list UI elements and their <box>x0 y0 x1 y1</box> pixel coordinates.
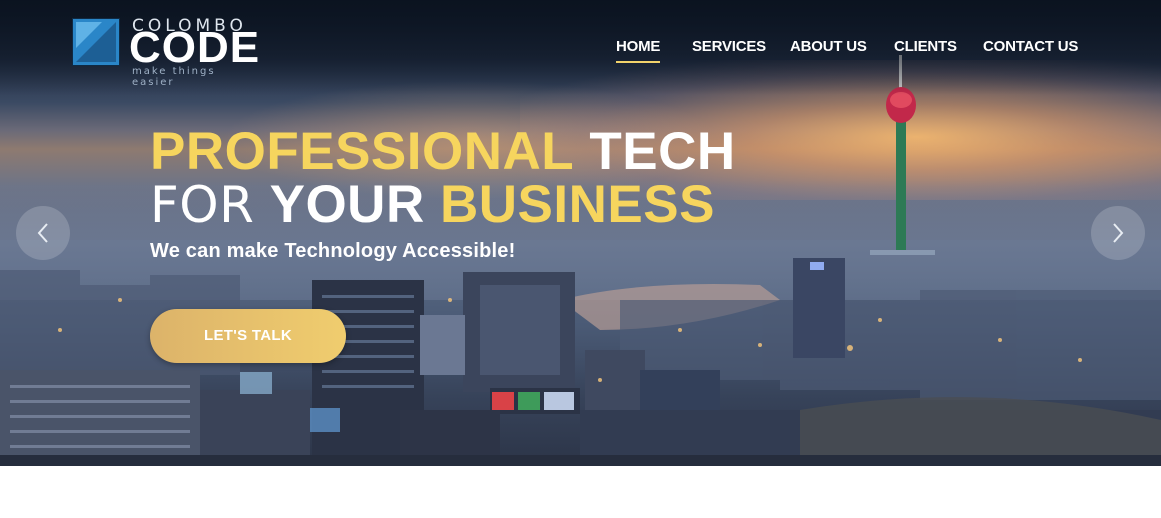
logo-tagline: make things easier <box>132 66 216 88</box>
hero-headline: PROFESSIONAL TECH FOR YOUR BUSINESS <box>150 124 736 234</box>
headline-for: FOR <box>150 176 255 234</box>
page-content-area <box>0 466 1161 518</box>
lets-talk-button[interactable]: LET'S TALK <box>150 309 346 363</box>
headline-your: YOUR <box>269 175 425 234</box>
chevron-right-icon <box>1113 223 1124 243</box>
hero-slider: COLOMBO CODE make things easier HOME SER… <box>0 0 1161 466</box>
nav-clients[interactable]: CLIENTS <box>894 38 957 55</box>
nav-home[interactable]: HOME <box>616 38 661 63</box>
hero-subheadline: We can make Technology Accessible! <box>150 240 516 262</box>
nav-services[interactable]: SERVICES <box>692 38 766 55</box>
nav-about-us[interactable]: ABOUT US <box>790 38 867 55</box>
headline-line-1: PROFESSIONAL TECH <box>150 124 736 180</box>
headline-business: BUSINESS <box>439 175 715 234</box>
slider-next-button[interactable] <box>1091 206 1145 260</box>
chevron-left-icon <box>37 223 48 243</box>
nav-contact-us[interactable]: CONTACT US <box>983 38 1078 55</box>
headline-line-2: FOR YOUR BUSINESS <box>150 175 736 234</box>
headline-tech: TECH <box>589 122 736 181</box>
headline-professional: PROFESSIONAL <box>150 122 575 181</box>
main-nav: HOME SERVICES ABOUT US CLIENTS CONTACT U… <box>0 38 1161 63</box>
slider-prev-button[interactable] <box>16 206 70 260</box>
